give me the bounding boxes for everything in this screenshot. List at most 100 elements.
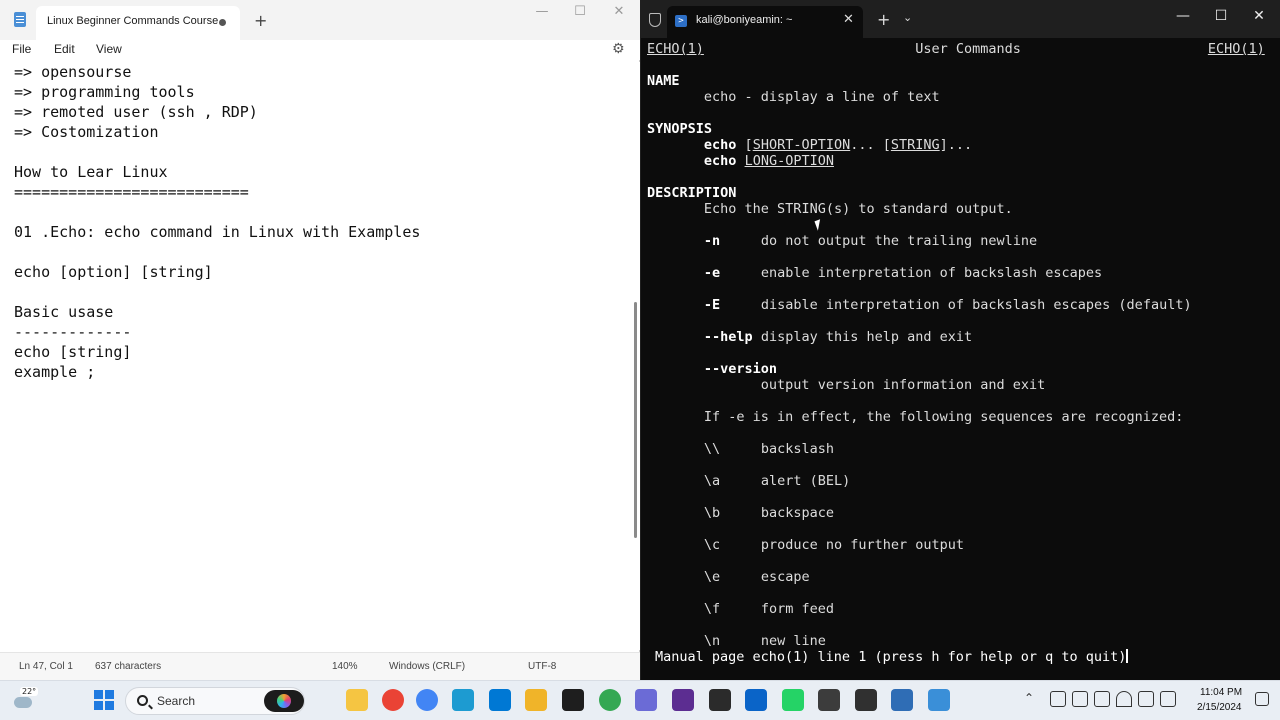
terminal-line: echo - display a line of text [647, 89, 1265, 105]
clock-time[interactable]: 11:04 PM [1200, 687, 1242, 698]
chrome-profile2-icon[interactable] [599, 689, 621, 711]
menu-edit[interactable]: Edit [54, 42, 75, 56]
sequence-line: \e escape [647, 569, 1265, 585]
terminal-line: NAME [647, 73, 1265, 89]
option-line: -n do not output the trailing newline [647, 233, 1265, 249]
notepad-tab[interactable]: Linux Beginner Commands Course [36, 6, 240, 40]
whatsapp-icon[interactable] [782, 689, 804, 711]
chrome-profile-icon[interactable] [416, 689, 438, 711]
escape-sequence: \c [703, 537, 721, 553]
notepad-scrollbar[interactable] [632, 62, 640, 650]
outlook-icon[interactable] [745, 689, 767, 711]
microphone-icon[interactable] [1094, 691, 1110, 707]
obs-icon[interactable] [855, 689, 877, 711]
gaming-icon[interactable] [818, 689, 840, 711]
option-line: --version [647, 361, 1265, 377]
weather-widget[interactable]: 22° [8, 687, 39, 715]
file-explorer-icon[interactable] [346, 689, 368, 711]
terminal-line: If -e is in effect, the following sequen… [647, 409, 1265, 425]
tray-chevron-up-icon[interactable]: ⌃ [1024, 691, 1034, 705]
synopsis-line: echo [SHORT-OPTION... [STRING]... [647, 137, 1265, 153]
clock-date[interactable]: 2/15/2024 [1197, 702, 1242, 713]
sequences-intro: If -e is in effect, the following sequen… [703, 409, 1184, 425]
status-zoom[interactable]: 140% [332, 661, 358, 672]
cloud-sync-icon[interactable] [1050, 691, 1066, 707]
notepad-window: Linux Beginner Commands Course + — ☐ ✕ F… [0, 0, 640, 680]
notepad-line: How to Lear Linux [14, 163, 168, 181]
battery-icon[interactable] [1160, 691, 1176, 707]
status-encoding[interactable]: UTF-8 [528, 661, 556, 672]
search-icon [137, 695, 148, 706]
calendar-icon[interactable] [635, 689, 657, 711]
synopsis-arg: ... [ [850, 137, 891, 153]
vs-icon[interactable] [672, 689, 694, 711]
terminal-cursor [1126, 649, 1129, 663]
notepad-statusbar: Ln 47, Col 1 637 characters 140% Windows… [0, 652, 640, 680]
status-line-endings[interactable]: Windows (CRLF) [389, 661, 465, 672]
synopsis-cmd: echo [703, 153, 737, 169]
terminal-new-tab-button[interactable]: + [877, 10, 890, 29]
escape-sequence: \f [703, 601, 721, 617]
terminal-tab-title: kali@boniyeamin: ~ [696, 14, 793, 26]
sequence-line: \a alert (BEL) [647, 473, 1265, 489]
windows-start-icon[interactable] [94, 690, 114, 710]
notepad-text-area[interactable]: => opensourse => programming tools => remo… [0, 62, 632, 650]
onedrive-icon[interactable] [1072, 691, 1088, 707]
menu-file[interactable]: File [12, 42, 31, 56]
cmd-icon[interactable] [709, 689, 731, 711]
unsaved-dot-icon[interactable] [219, 19, 226, 26]
folder-icon[interactable] [525, 689, 547, 711]
powershell-icon: > [675, 15, 687, 27]
minimize-button[interactable]: — [532, 4, 552, 19]
copilot-icon[interactable] [264, 690, 304, 712]
maximize-button[interactable]: ☐ [570, 4, 590, 19]
tab-close-icon[interactable]: ✕ [843, 12, 854, 27]
synopsis-bracket: [ [736, 137, 753, 153]
mail-icon[interactable] [489, 689, 511, 711]
settings-gear-icon[interactable]: ⚙ [612, 41, 625, 57]
close-button[interactable]: ✕ [609, 4, 629, 19]
terminal-tab[interactable]: > kali@boniyeamin: ~ ✕ [667, 6, 863, 38]
terminal-close-button[interactable]: ✕ [1249, 8, 1269, 24]
chevron-down-icon[interactable]: ⌄ [903, 11, 912, 24]
escape-sequence: \\ [703, 441, 721, 457]
virtualbox-icon[interactable] [891, 689, 913, 711]
man-header: ECHO(1) User Commands ECHO(1) [647, 41, 1265, 57]
terminal-titlebar: > kali@boniyeamin: ~ ✕ + ⌄ — ☐ ✕ [641, 0, 1280, 38]
chrome-icon[interactable] [382, 689, 404, 711]
volume-icon[interactable] [1138, 691, 1154, 707]
menu-view[interactable]: View [96, 42, 122, 56]
terminal-maximize-button[interactable]: ☐ [1211, 8, 1231, 24]
scrollbar-thumb[interactable] [634, 302, 637, 538]
edge-icon[interactable] [452, 689, 474, 711]
new-tab-button[interactable]: + [254, 11, 267, 30]
wifi-icon[interactable] [1116, 691, 1132, 707]
notification-bell-icon[interactable] [1255, 692, 1269, 706]
option-line: -e enable interpretation of backslash es… [647, 265, 1265, 281]
escape-sequence: \a [703, 473, 721, 489]
notepad-line: => Costomization [14, 123, 159, 141]
notepad-titlebar: Linux Beginner Commands Course + — ☐ ✕ [0, 0, 640, 40]
terminal-icon[interactable] [562, 689, 584, 711]
taskbar-search-box[interactable]: Search [125, 687, 305, 715]
terminal-output[interactable]: ECHO(1) User Commands ECHO(1) NAME echo -… [647, 41, 1265, 649]
notepad-icon[interactable] [928, 689, 950, 711]
terminal-minimize-button[interactable]: — [1173, 8, 1193, 24]
synopsis-arg: LONG-OPTION [744, 153, 834, 169]
status-cursor-position: Ln 47, Col 1 [19, 661, 73, 672]
